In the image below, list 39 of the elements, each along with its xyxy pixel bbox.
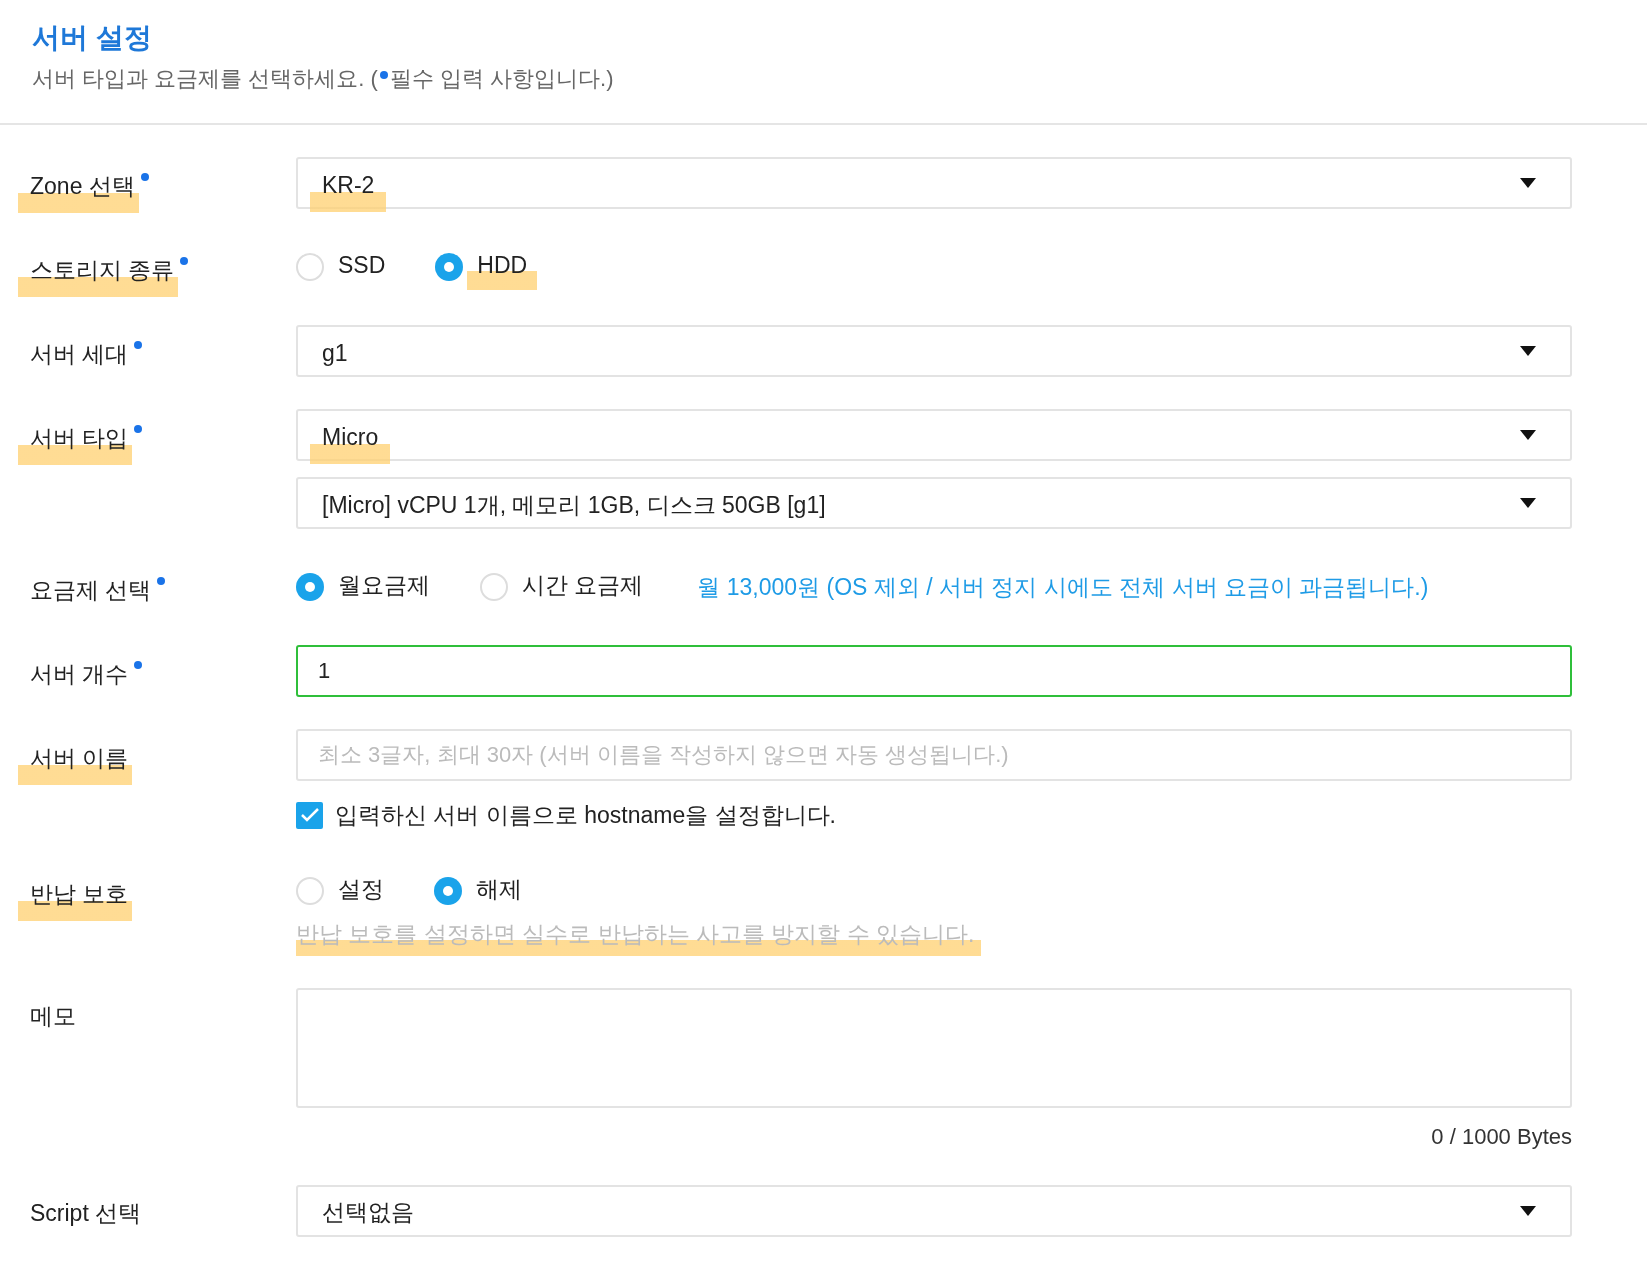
caret-icon (1520, 430, 1536, 440)
field-label: 서버 세대 (29, 339, 130, 369)
field-label: 서버 개수 (29, 659, 130, 689)
radio-icon[interactable] (480, 573, 508, 601)
caret-icon (1520, 498, 1536, 508)
caret-icon (1520, 1205, 1536, 1216)
page-title: 서버 설정 (32, 21, 153, 55)
radio-icon[interactable] (296, 573, 324, 601)
byte-counter: 0 / 1000 Bytes (1431, 1122, 1572, 1151)
input-field[interactable]: 1 (296, 645, 1572, 697)
field-label: 요금제 선택 (29, 575, 153, 605)
checkbox-option[interactable]: 입력하신 서버 이름으로 hostname을 설정합니다. (296, 797, 1572, 833)
dropdown[interactable]: [Micro] vCPU 1개, 메모리 1GB, 디스크 50GB [g1] (296, 477, 1572, 529)
input-field[interactable]: 최소 3글자, 최대 30자 (서버 이름을 작성하지 않으면 자동 생성됩니다.) (296, 729, 1572, 781)
subtitle-text: 필수 입력 사항입니다.) (389, 65, 614, 93)
memo-field[interactable] (296, 987, 1572, 1108)
radio-option[interactable]: 시간 요금제 (480, 563, 654, 611)
caret-icon (1520, 178, 1536, 188)
subtitle-text: 서버 타입과 요금제를 선택하세요. ( (32, 65, 378, 93)
radio-option[interactable]: SSD (296, 243, 396, 291)
radio-option[interactable]: 설정 (296, 867, 394, 915)
dropdown[interactable]: KR-2 (296, 157, 1572, 209)
field-label: Script 선택 (29, 1199, 143, 1229)
dropdown[interactable]: g1 (296, 325, 1572, 377)
field-label: 메모 (29, 1002, 77, 1032)
price-note: 월 13,000원 (OS 제외 / 서버 정지 시에도 전체 서버 요금이 과금됩니다.) (697, 572, 1429, 602)
radio-icon[interactable] (296, 877, 324, 905)
radio-icon[interactable] (296, 253, 324, 281)
selected-value: g1 (321, 338, 349, 368)
dropdown[interactable]: Micro (296, 409, 1572, 461)
selected-value: 선택없음 (321, 1198, 415, 1228)
radio-option[interactable]: 해제 (434, 867, 532, 915)
dropdown[interactable]: 선택없음 (296, 1184, 1572, 1237)
selected-value: [Micro] vCPU 1개, 메모리 1GB, 디스크 50GB [g1] (321, 490, 827, 520)
radio-option[interactable]: 월요금제 (296, 563, 440, 611)
radio-icon[interactable] (434, 877, 462, 905)
checkbox-icon[interactable] (296, 801, 323, 829)
caret-icon (1520, 346, 1536, 356)
radio-icon[interactable] (435, 253, 464, 281)
